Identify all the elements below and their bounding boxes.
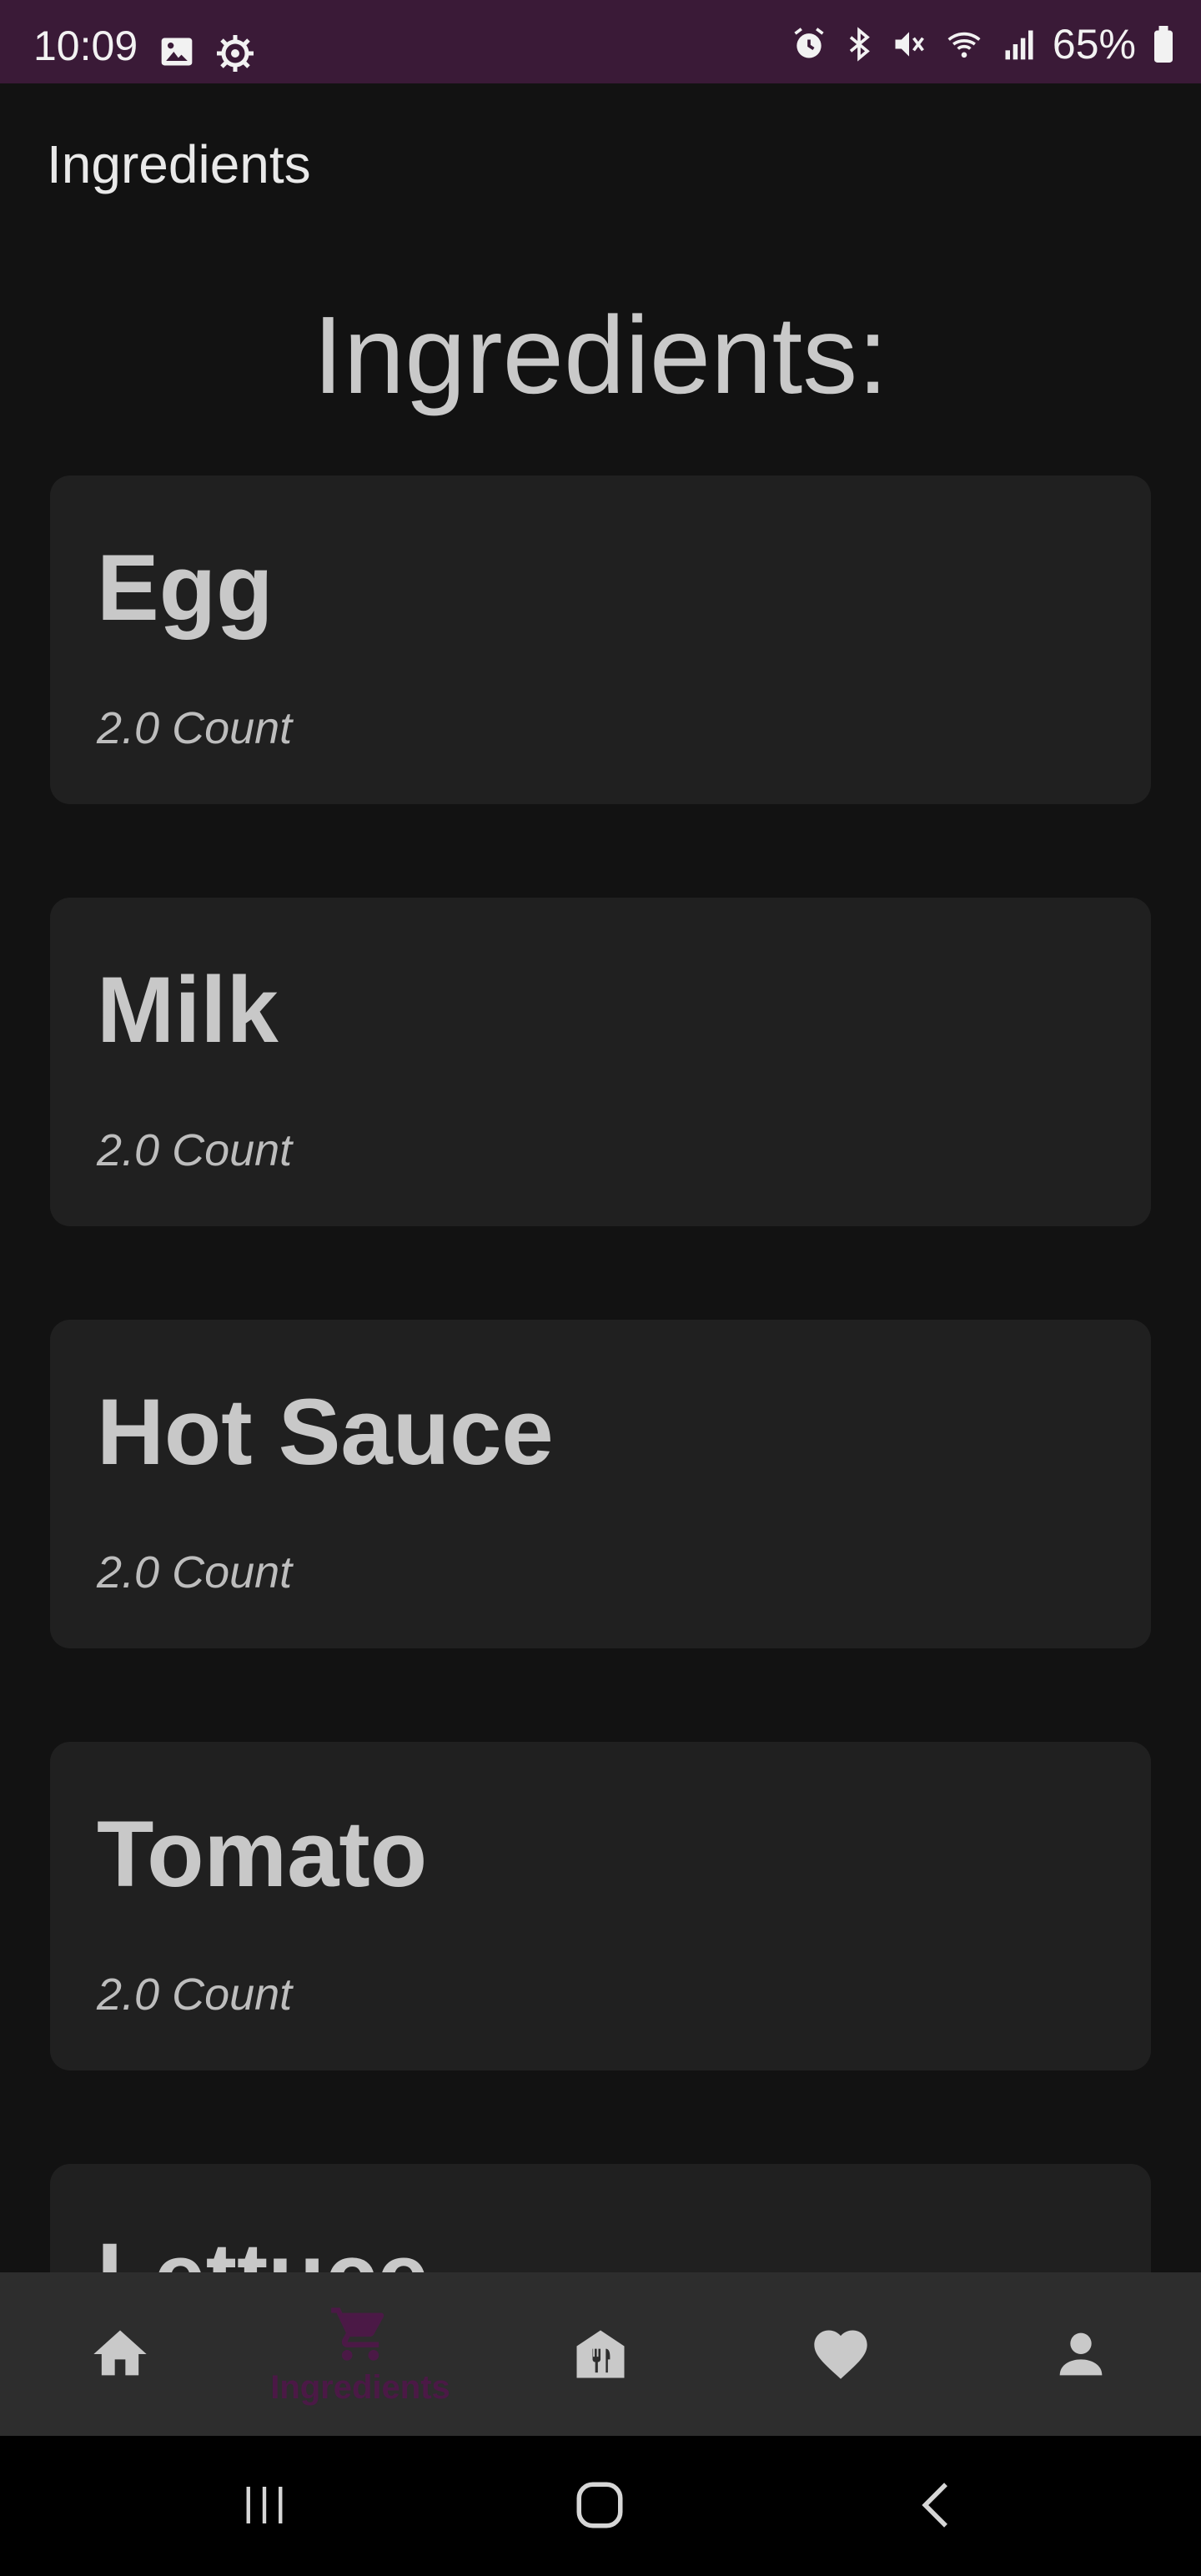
home-button-icon[interactable] — [572, 2478, 627, 2533]
battery-percent: 65% — [1052, 21, 1136, 68]
nav-home[interactable] — [0, 2272, 240, 2436]
ingredient-quantity: 2.0 Count — [97, 1547, 293, 1597]
ingredient-list[interactable]: Egg 2.0 Count Milk 2.0 Count Hot Sauce 2… — [0, 467, 1201, 2272]
restaurant-icon — [576, 2330, 625, 2378]
page-title: Ingredients: — [313, 294, 888, 416]
ingredient-name: Hot Sauce — [97, 1380, 554, 1484]
ingredient-card[interactable]: Egg 2.0 Count — [50, 475, 1151, 804]
signal-icon — [1005, 30, 1033, 60]
status-left-icons — [158, 33, 255, 73]
settings-icon — [217, 35, 254, 72]
system-nav-bar — [0, 2436, 1201, 2576]
battery-icon — [1154, 26, 1173, 63]
ingredient-card[interactable]: Tomato 2.0 Count — [50, 1742, 1151, 2070]
cart-icon — [331, 2307, 384, 2361]
ingredient-quantity: 2.0 Count — [97, 1970, 293, 2020]
home-icon — [93, 2330, 147, 2376]
ingredient-name: Tomato — [97, 1802, 428, 1906]
alarm-icon — [794, 28, 824, 58]
person-icon — [1059, 2332, 1103, 2376]
ingredient-name: Egg — [97, 536, 274, 640]
ingredient-card[interactable]: Hot Sauce 2.0 Count — [50, 1320, 1151, 1648]
nav-restaurants[interactable] — [480, 2272, 721, 2436]
bluetooth-icon — [849, 27, 870, 62]
recent-apps-icon[interactable] — [237, 2478, 292, 2533]
bottom-nav: Ingredients — [0, 2272, 1201, 2436]
ingredient-card[interactable]: Lettuce — [50, 2164, 1151, 2272]
ingredient-name: Milk — [97, 958, 279, 1062]
ingredient-quantity: 2.0 Count — [97, 703, 293, 753]
status-right-icons: 65% — [791, 23, 1176, 65]
nav-favorites[interactable] — [721, 2272, 961, 2436]
status-time: 10:09 — [33, 23, 138, 69]
ingredient-quantity: 2.0 Count — [97, 1125, 293, 1175]
back-icon[interactable] — [909, 2478, 964, 2533]
gallery-icon — [161, 38, 193, 66]
app-bar-title: Ingredients — [47, 134, 311, 194]
ingredient-name: Lettuce — [97, 2222, 429, 2272]
app-bar: Ingredients — [0, 83, 1201, 250]
nav-ingredients-label: Ingredients — [270, 2368, 450, 2406]
heart-icon — [814, 2330, 867, 2379]
ingredient-card[interactable]: Milk 2.0 Count — [50, 898, 1151, 1226]
nav-profile[interactable] — [961, 2272, 1201, 2436]
mute-icon — [895, 32, 924, 57]
status-bar: 10:09 65% — [0, 0, 1201, 83]
nav-ingredients[interactable]: Ingredients — [240, 2272, 480, 2436]
wifi-icon — [947, 32, 981, 58]
